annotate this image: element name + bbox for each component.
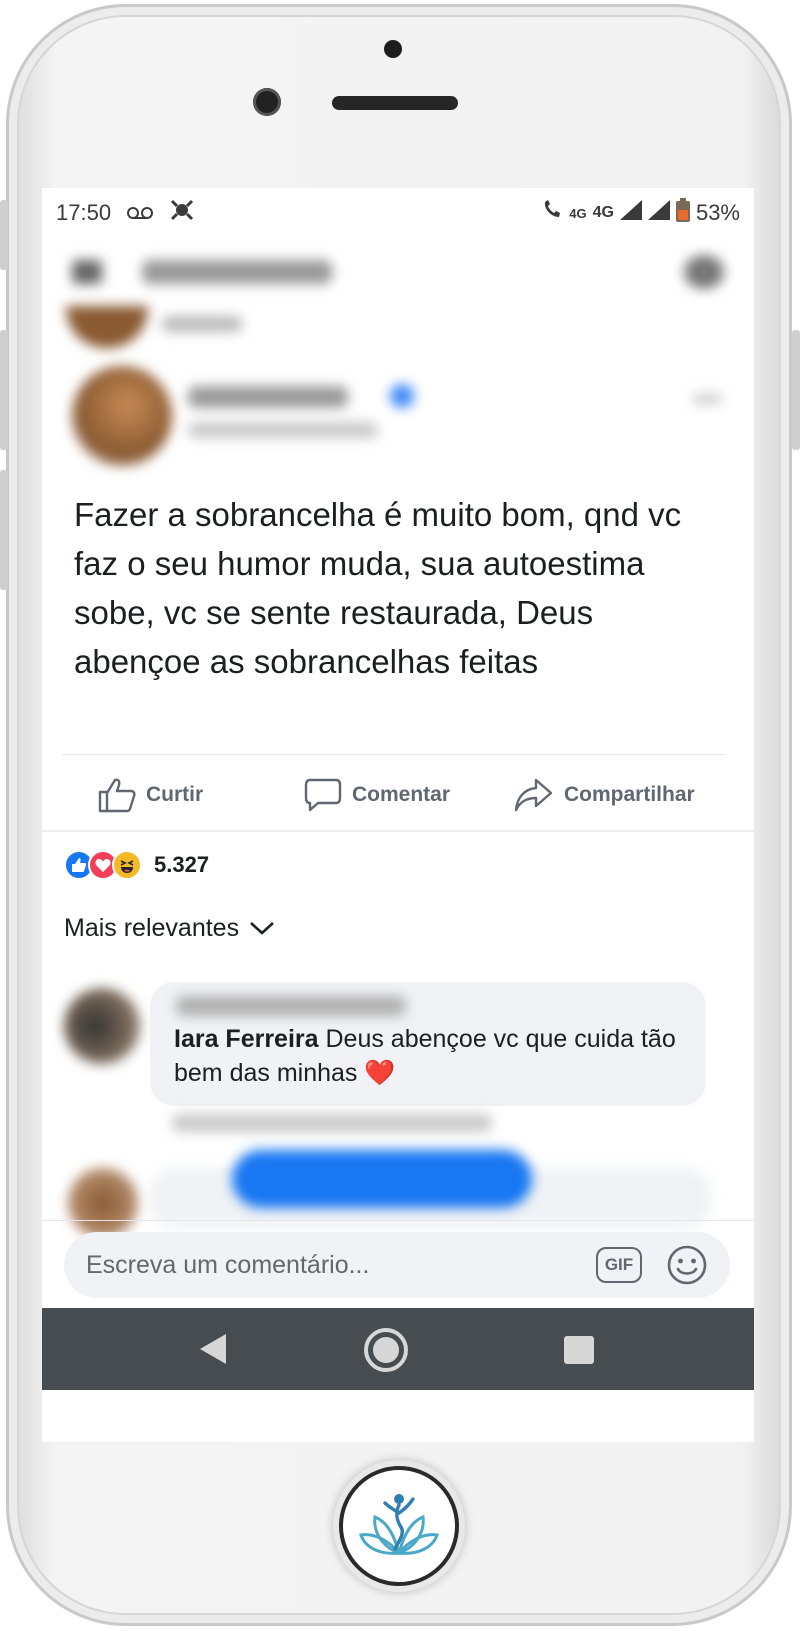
comment-label: Comentar <box>352 783 451 806</box>
back-arrow-icon[interactable] <box>72 260 102 284</box>
earpiece-speaker <box>332 96 458 110</box>
reactions-summary[interactable]: 5.327 <box>64 848 209 882</box>
gif-button[interactable]: GIF <box>596 1247 642 1283</box>
front-camera <box>253 88 281 116</box>
chevron-down-icon <box>249 914 275 943</box>
status-time: 17:50 <box>56 200 112 225</box>
emoji-icon[interactable] <box>666 1244 708 1286</box>
comment-sort-dropdown[interactable]: Mais relevantes <box>64 914 275 943</box>
verified-badge-icon <box>390 384 414 408</box>
post-text: Fazer a sobrancelha é muito bom, qnd vc … <box>74 496 682 680</box>
more-options-icon[interactable] <box>692 394 722 404</box>
comment-author[interactable]: Iara Ferreira <box>174 1025 319 1053</box>
comment-button[interactable]: Comentar <box>304 764 450 826</box>
post-header <box>72 366 732 466</box>
share-arrow-icon <box>514 777 554 813</box>
author-handle-blurred <box>188 422 378 438</box>
search-icon[interactable] <box>684 255 724 289</box>
status-bar: 17:50 4G 4G 53% <box>42 188 754 238</box>
commenter-name-blurred[interactable] <box>176 996 406 1016</box>
side-button-left-2 <box>0 330 8 450</box>
like-label: Curtir <box>146 783 204 806</box>
sort-label: Mais relevantes <box>64 914 240 942</box>
like-button[interactable]: Curtir <box>98 764 203 826</box>
new-comments-pill[interactable] <box>232 1150 532 1208</box>
recents-square-icon[interactable] <box>564 1336 594 1364</box>
section-separator <box>42 830 754 832</box>
previous-meta-blurred <box>162 316 242 332</box>
composer-separator <box>42 1220 754 1221</box>
proximity-sensor <box>384 40 402 58</box>
page-title-blurred <box>142 260 332 284</box>
nav-bar-background <box>42 1308 754 1390</box>
android-nav-bar <box>42 1308 754 1442</box>
home-circle-icon[interactable] <box>364 1328 408 1372</box>
share-label: Compartilhar <box>564 783 695 806</box>
comment-bubble: Iara Ferreira Deus abençoe vc que cuida … <box>150 982 706 1106</box>
phone-screen: 17:50 4G 4G 53% Fazer a sobrancelha é mu… <box>42 188 754 1442</box>
battery-icon <box>675 198 690 228</box>
network-label: 4G <box>592 204 614 221</box>
signal-icon-2 <box>647 200 670 226</box>
comment-text: Iara Ferreira Deus abençoe vc que cuida … <box>174 1022 694 1090</box>
app-top-bar <box>42 238 754 306</box>
reaction-count: 5.327 <box>154 852 210 877</box>
wifi-call-icon <box>541 199 563 227</box>
signal-icon <box>619 200 642 226</box>
thumbs-up-icon <box>98 777 136 813</box>
share-button[interactable]: Compartilhar <box>514 764 695 826</box>
small-4g-label: 4G <box>569 205 587 221</box>
commenter-avatar[interactable] <box>64 988 140 1064</box>
lotus-logo-icon <box>359 1489 439 1564</box>
side-button-left-3 <box>0 470 8 590</box>
comment-composer: GIF <box>64 1232 730 1298</box>
avatar[interactable] <box>72 366 172 466</box>
home-button[interactable] <box>339 1466 459 1586</box>
previous-avatar-blurred <box>66 306 148 348</box>
side-button-left <box>0 200 8 270</box>
bug-icon <box>169 197 195 229</box>
second-commenter-avatar[interactable] <box>68 1168 138 1238</box>
comment-actions-blurred[interactable] <box>172 1114 492 1132</box>
comment-input[interactable] <box>86 1250 546 1280</box>
battery-percent: 53% <box>695 200 740 225</box>
post-actions: Curtir Comentar Compartilhar <box>42 764 754 826</box>
back-triangle-icon[interactable] <box>200 1334 226 1364</box>
speech-bubble-icon <box>304 777 342 813</box>
haha-reaction-icon <box>112 850 142 880</box>
voicemail-icon <box>127 200 154 226</box>
author-name-blurred[interactable] <box>188 386 348 408</box>
side-button-right <box>792 330 800 450</box>
divider <box>62 754 726 755</box>
